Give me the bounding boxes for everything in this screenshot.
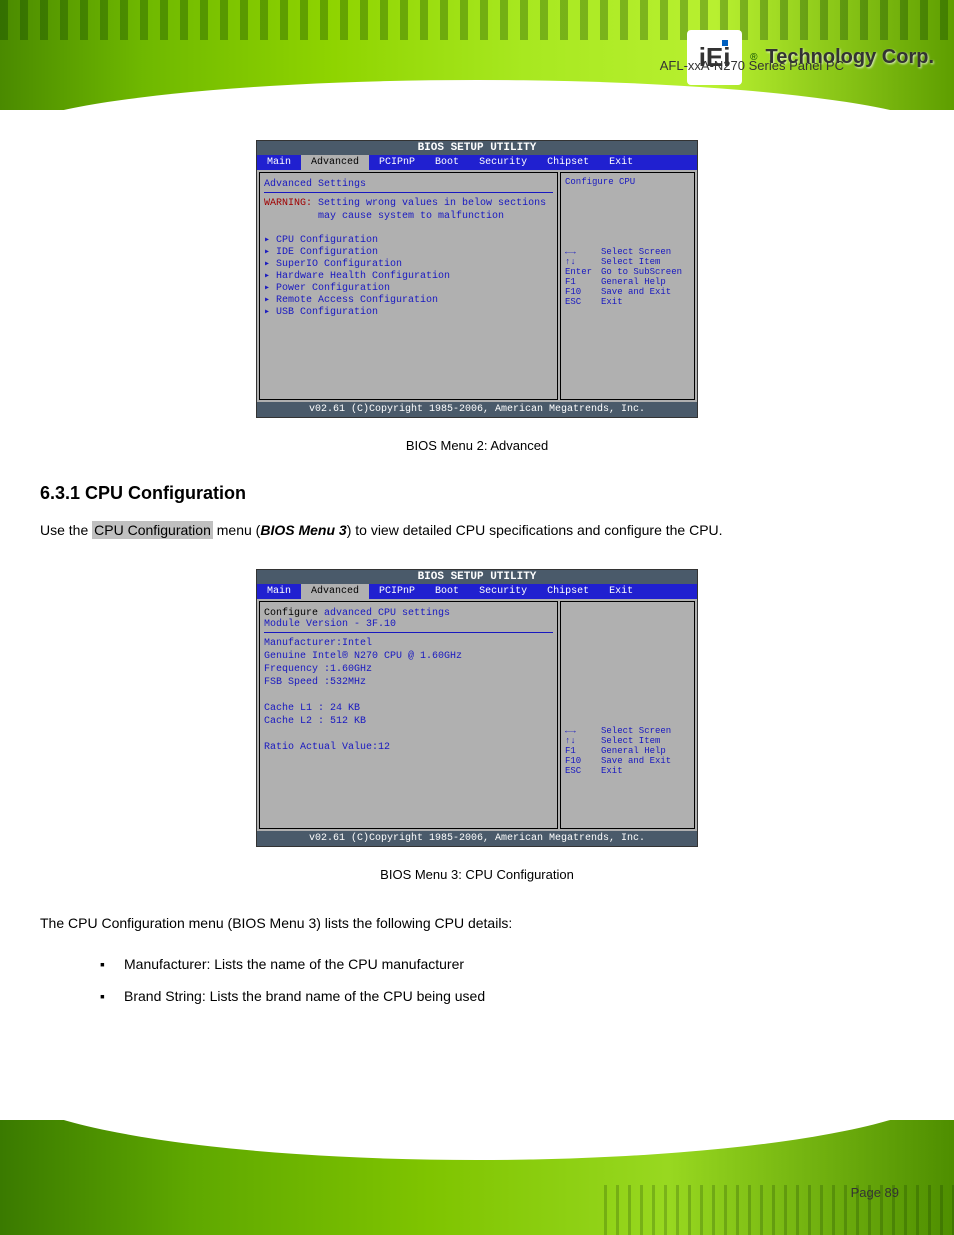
product-name: AFL-xxA-N270 Series Panel PC: [660, 58, 844, 73]
bios-tab-advanced: Advanced: [301, 584, 369, 599]
bios-tab-bar: Main Advanced PCIPnP Boot Security Chips…: [257, 584, 697, 599]
logo-dot-icon: [722, 40, 728, 46]
arrow-icon: ▸: [264, 259, 276, 270]
bios-left-pane: Configure advanced CPU settings Module V…: [259, 601, 558, 829]
bios-tab-chipset: Chipset: [537, 155, 599, 170]
warning-label: WARNING:: [264, 198, 312, 209]
bios-cpu-heading: Configure advanced CPU settings Module V…: [264, 606, 553, 633]
bios-right-pane: Configure CPU ←→Select Screen ↑↓Select I…: [560, 172, 695, 400]
list-item: ▪Brand String: Lists the brand name of t…: [100, 982, 914, 1010]
bios-help-block: ←→Select Screen ↑↓Select Item F1General …: [565, 726, 690, 776]
arrow-icon: ▸: [264, 307, 276, 318]
header-banner: iEi ® Technology Corp. AFL-xxA-N270 Seri…: [0, 0, 954, 110]
bios-body: Configure advanced CPU settings Module V…: [257, 599, 697, 831]
manufacturer: Manufacturer:Intel: [264, 638, 372, 649]
footer-circuit-decoration: [604, 1185, 954, 1235]
bios-tab-boot: Boot: [425, 155, 469, 170]
menu-usb-config: ▸ USB Configuration: [264, 306, 553, 318]
help-row: F10Save and Exit: [565, 756, 690, 766]
help-row: ESCExit: [565, 766, 690, 776]
cache-l1: Cache L1 : 24 KB: [264, 703, 360, 714]
bios-tab-pcipnp: PCIPnP: [369, 155, 425, 170]
menu-power-config: ▸ Power Configuration: [264, 282, 553, 294]
bullet-icon: ▪: [100, 950, 124, 978]
bios-utility-title: BIOS SETUP UTILITY: [257, 141, 697, 155]
bios-tab-main: Main: [257, 155, 301, 170]
help-row: F1General Help: [565, 277, 690, 287]
warning-text-2: may cause system to malfunction: [318, 211, 504, 222]
section-heading-cpu: 6.3.1 CPU Configuration: [40, 483, 914, 504]
footer-curve: [0, 1080, 954, 1160]
body-paragraph-2: The CPU Configuration menu (BIOS Menu 3)…: [40, 912, 914, 934]
menu-superio-config: ▸ SuperIO Configuration: [264, 258, 553, 270]
bullet-list: ▪Manufacturer: Lists the name of the CPU…: [100, 950, 914, 1010]
header-curve: [0, 80, 954, 140]
bios-section-heading: Advanced Settings: [264, 177, 553, 193]
arrow-icon: ▸: [264, 247, 276, 258]
arrow-icon: ▸: [264, 283, 276, 294]
help-row: F1General Help: [565, 746, 690, 756]
right-pane-title: Configure CPU: [565, 177, 690, 187]
list-item: ▪Manufacturer: Lists the name of the CPU…: [100, 950, 914, 978]
arrow-icon: ▸: [264, 271, 276, 282]
fsb-speed: FSB Speed :532MHz: [264, 677, 366, 688]
bios-tab-advanced: Advanced: [301, 155, 369, 170]
help-row: ESCExit: [565, 297, 690, 307]
bios-screenshot-cpu: BIOS SETUP UTILITY Main Advanced PCIPnP …: [256, 569, 698, 847]
reference-link: BIOS Menu 3: [260, 522, 346, 538]
cpu-info-block: Manufacturer:Intel Genuine Intel® N270 C…: [264, 637, 553, 754]
bios-tab-security: Security: [469, 155, 537, 170]
help-row: ←→Select Screen: [565, 247, 690, 257]
menu-cpu-config: ▸ CPU Configuration: [264, 234, 553, 246]
cache-l2: Cache L2 : 512 KB: [264, 716, 366, 727]
bios-utility-title: BIOS SETUP UTILITY: [257, 570, 697, 584]
body-paragraph-1: Use the CPU Configuration menu (BIOS Men…: [40, 519, 914, 541]
bios-tab-bar: Main Advanced PCIPnP Boot Security Chips…: [257, 155, 697, 170]
ratio-value: Ratio Actual Value:12: [264, 742, 390, 753]
bios-copyright: v02.61 (C)Copyright 1985-2006, American …: [257, 402, 697, 417]
arrow-icon: ▸: [264, 235, 276, 246]
menu-hardware-health: ▸ Hardware Health Configuration: [264, 270, 553, 282]
bios-help-block: ←→Select Screen ↑↓Select Item EnterGo to…: [565, 247, 690, 307]
bios-tab-security: Security: [469, 584, 537, 599]
bios-warning: WARNING: Setting wrong values in below s…: [264, 197, 553, 223]
bios-body: Advanced Settings WARNING: Setting wrong…: [257, 170, 697, 402]
frequency: Frequency :1.60GHz: [264, 664, 372, 675]
bios-screenshot-advanced: BIOS SETUP UTILITY Main Advanced PCIPnP …: [256, 140, 698, 418]
bios-tab-boot: Boot: [425, 584, 469, 599]
document-content: BIOS SETUP UTILITY Main Advanced PCIPnP …: [0, 110, 954, 1055]
bios-left-pane: Advanced Settings WARNING: Setting wrong…: [259, 172, 558, 400]
help-row: ↑↓Select Item: [565, 736, 690, 746]
bios-tab-main: Main: [257, 584, 301, 599]
arrow-icon: ▸: [264, 295, 276, 306]
bios-tab-exit: Exit: [599, 584, 643, 599]
page-number: Page 89: [851, 1185, 899, 1200]
highlighted-term: CPU Configuration: [92, 521, 213, 539]
configure-word: Configure: [264, 608, 318, 619]
help-row: EnterGo to SubScreen: [565, 267, 690, 277]
bios-tab-chipset: Chipset: [537, 584, 599, 599]
menu-ide-config: ▸ IDE Configuration: [264, 246, 553, 258]
figure-caption-1: BIOS Menu 2: Advanced: [40, 438, 914, 453]
help-row: ←→Select Screen: [565, 726, 690, 736]
bullet-icon: ▪: [100, 982, 124, 1010]
menu-remote-access: ▸ Remote Access Configuration: [264, 294, 553, 306]
help-row: ↑↓Select Item: [565, 257, 690, 267]
bios-tab-exit: Exit: [599, 155, 643, 170]
figure-caption-2: BIOS Menu 3: CPU Configuration: [40, 867, 914, 882]
cpu-brand: Genuine Intel® N270 CPU @ 1.60GHz: [264, 651, 462, 662]
module-version: Module Version - 3F.10: [264, 619, 396, 630]
footer-banner: Page 89: [0, 1120, 954, 1235]
bios-copyright: v02.61 (C)Copyright 1985-2006, American …: [257, 831, 697, 846]
bios-tab-pcipnp: PCIPnP: [369, 584, 425, 599]
bios-right-pane: ←→Select Screen ↑↓Select Item F1General …: [560, 601, 695, 829]
warning-text-1: Setting wrong values in below sections: [318, 198, 546, 209]
help-row: F10Save and Exit: [565, 287, 690, 297]
